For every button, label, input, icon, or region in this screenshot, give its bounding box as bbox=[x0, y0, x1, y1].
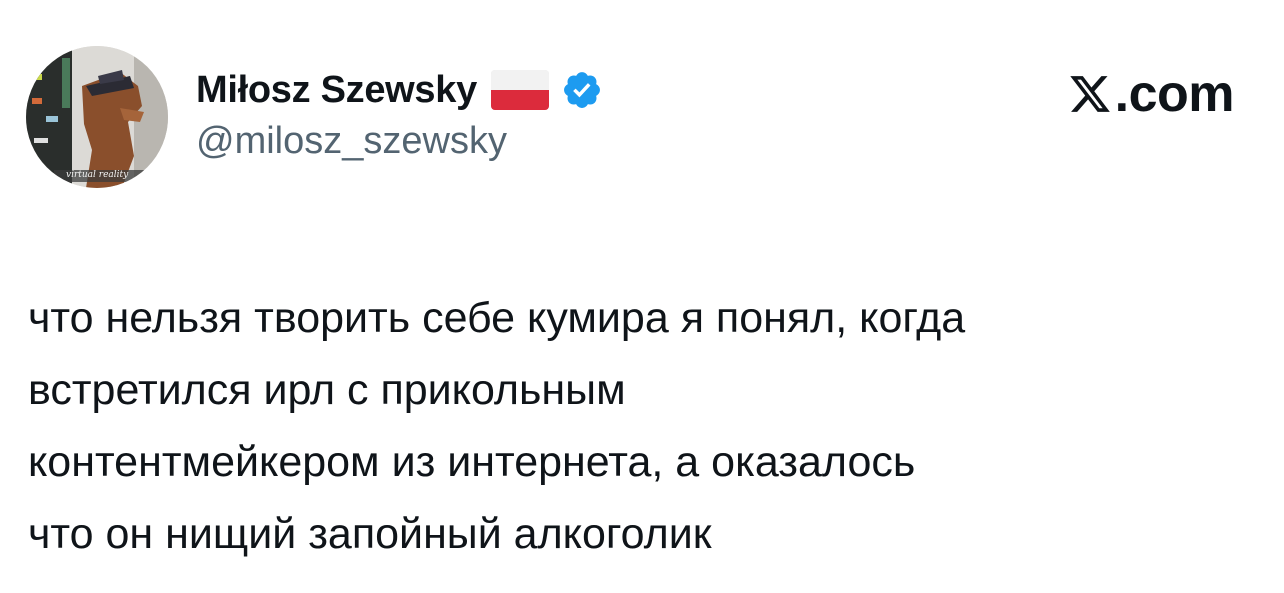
name-row: Miłosz Szewsky bbox=[196, 66, 603, 114]
tweet-line: что нельзя творить себе кумира я понял, … bbox=[28, 294, 966, 342]
avatar-image bbox=[26, 46, 168, 188]
brand-watermark: .com bbox=[1067, 65, 1235, 123]
author-handle[interactable]: @milosz_szewsky bbox=[196, 120, 603, 163]
poland-flag-icon bbox=[490, 70, 549, 110]
author-avatar[interactable]: virtual reality bbox=[26, 46, 168, 188]
x-logo-icon bbox=[1067, 72, 1113, 116]
display-name[interactable]: Miłosz Szewsky bbox=[196, 69, 477, 112]
tweet-text: что нельзя творить себе кумира я понял, … bbox=[28, 282, 1258, 570]
tweet-author: Miłosz Szewsky @milosz_szewsky bbox=[196, 66, 603, 163]
verified-badge-icon bbox=[561, 69, 603, 111]
tweet-line: контентмейкером из интернета, а оказалос… bbox=[28, 438, 916, 486]
avatar-caption: virtual reality bbox=[66, 170, 129, 180]
tweet-line: что он нищий запойный алкоголик bbox=[28, 510, 712, 558]
brand-domain: .com bbox=[1114, 65, 1235, 123]
tweet-line: встретился ирл с прикольным bbox=[28, 366, 626, 414]
